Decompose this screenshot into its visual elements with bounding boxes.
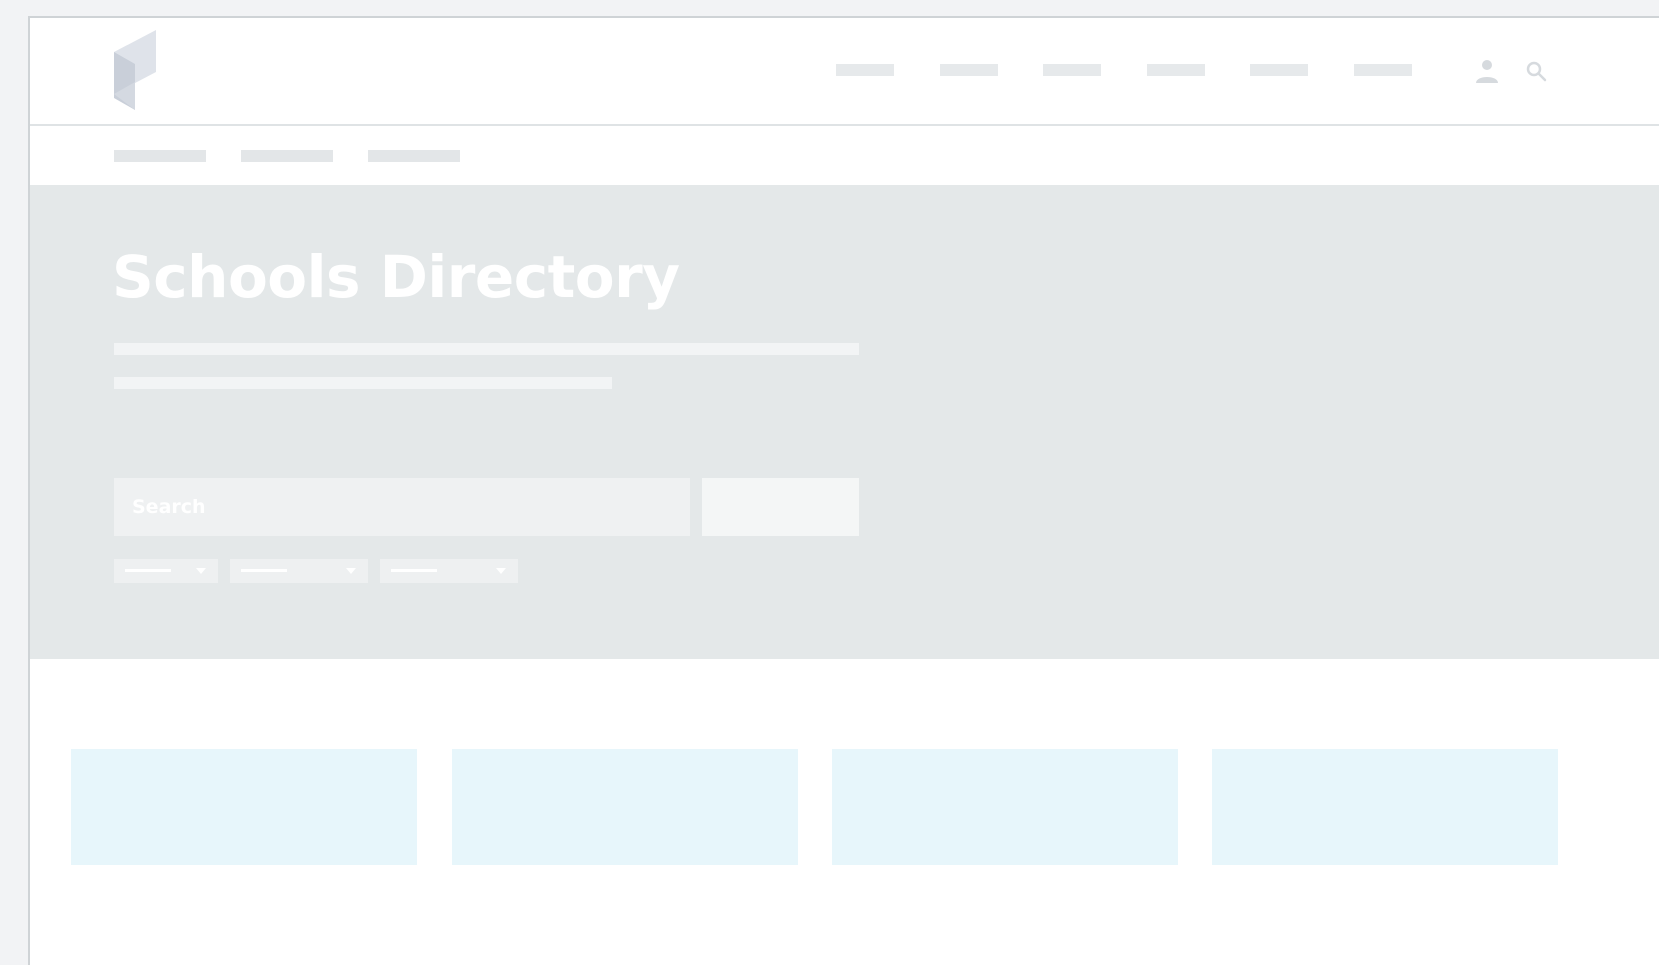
- filter-selected-value: [125, 569, 171, 572]
- nav-item-4[interactable]: [1147, 64, 1205, 76]
- subnav-item-1[interactable]: [114, 150, 206, 162]
- chevron-down-icon: [496, 568, 506, 574]
- nav-item-6[interactable]: [1354, 64, 1412, 76]
- browser-frame: Schools Directory: [28, 16, 1659, 965]
- user-icon[interactable]: [1472, 56, 1502, 86]
- nav-item-3[interactable]: [1043, 64, 1101, 76]
- nav-item-1[interactable]: [836, 64, 894, 76]
- search-button[interactable]: [702, 478, 859, 536]
- nav-item-5[interactable]: [1250, 64, 1308, 76]
- subnav-item-3[interactable]: [368, 150, 460, 162]
- filter-dropdown-3[interactable]: [380, 559, 518, 583]
- school-card-1[interactable]: [71, 749, 417, 865]
- hero-section: Schools Directory: [30, 185, 1659, 659]
- filter-selected-value: [391, 569, 437, 572]
- nav-item-2[interactable]: [940, 64, 998, 76]
- site-header: [30, 18, 1659, 126]
- filter-dropdown-2[interactable]: [230, 559, 368, 583]
- filter-selected-value: [241, 569, 287, 572]
- main-nav: [30, 64, 1659, 78]
- page-title: Schools Directory: [112, 243, 680, 311]
- hero-description-line-2: [114, 377, 612, 389]
- subnav-item-2[interactable]: [241, 150, 333, 162]
- filter-dropdown-1[interactable]: [114, 559, 218, 583]
- chevron-down-icon: [196, 568, 206, 574]
- hero-description-line-1: [114, 343, 859, 355]
- school-card-3[interactable]: [832, 749, 1178, 865]
- chevron-down-icon: [346, 568, 356, 574]
- school-card-4[interactable]: [1212, 749, 1558, 865]
- search-icon[interactable]: [1522, 56, 1552, 86]
- search-input[interactable]: [114, 478, 690, 536]
- school-card-2[interactable]: [452, 749, 798, 865]
